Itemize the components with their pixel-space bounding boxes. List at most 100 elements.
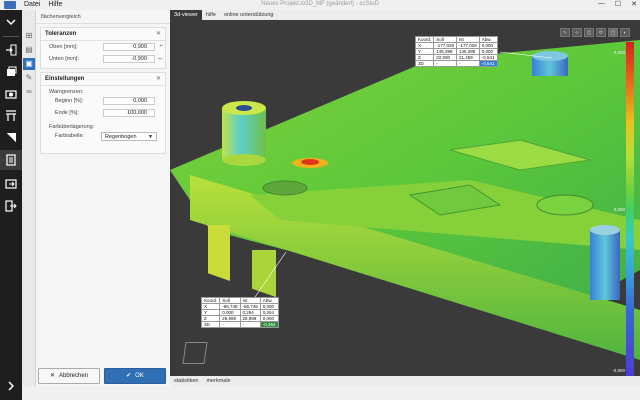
end-input[interactable]: 100,000 xyxy=(103,109,155,117)
tolerances-title-text: Toleranzen xyxy=(45,31,77,37)
table-cell: -66,748 xyxy=(239,303,261,310)
main-toolbar xyxy=(0,10,22,400)
link-tolerance-icon[interactable]: ⌐ xyxy=(159,43,163,49)
table-icon[interactable]: ▤ xyxy=(23,44,35,56)
close-icon: ✕ xyxy=(49,373,55,379)
maximize-button[interactable]: ☐ xyxy=(615,0,621,8)
tab-features[interactable]: merkmale xyxy=(202,376,234,386)
exit-icon[interactable] xyxy=(0,196,22,216)
tolerances-section: Toleranzen ✕ Oben [mm]: 0,900 ⌐ Unten [m… xyxy=(40,27,166,69)
lower-tolerance-label: Unten [mm]: xyxy=(49,56,79,62)
color-table-select[interactable]: Regenbogen ▼ xyxy=(101,132,157,141)
title-bar: Datei Hilfe Neues Projekt.io3D_MF (geänd… xyxy=(0,0,640,10)
table-cell: -66,748 xyxy=(219,303,241,310)
table-cell: -177,028 xyxy=(433,42,458,49)
chevron-down-icon: ▼ xyxy=(148,134,153,140)
close-icon[interactable]: ✕ xyxy=(156,75,161,82)
panel-header: flächenvergleich xyxy=(36,10,170,24)
col-koord: Koord. xyxy=(200,297,221,304)
color-table-row: Farbtabelle: Regenbogen ▼ xyxy=(41,130,165,142)
settings-title-text: Einstellungen xyxy=(45,76,85,82)
report-icon[interactable] xyxy=(0,150,22,170)
app-window: Datei Hilfe Neues Projekt.io3D_MF (geänd… xyxy=(0,0,640,400)
layers-icon[interactable] xyxy=(0,62,22,82)
upper-tolerance-row: Oben [mm]: 0,900 ⌐ xyxy=(41,41,165,53)
measurement-table-bottom[interactable]: Koord. Soll Ist Abw. X -66,748 -66,748 0… xyxy=(200,297,279,328)
upper-tolerance-label: Oben [mm]: xyxy=(49,44,78,50)
surface-compare-panel: flächenvergleich Toleranzen ✕ Oben [mm]:… xyxy=(36,10,170,400)
deviation-cell: -0,541 xyxy=(478,60,498,67)
cancel-label: Abbrechen xyxy=(59,373,89,379)
view-cube-icon[interactable] xyxy=(182,342,208,364)
table-cell: - xyxy=(456,60,480,67)
tab-3d-viewer[interactable]: 3d-viewer xyxy=(170,10,202,20)
toolbar-divider xyxy=(3,36,19,37)
tab-statistics[interactable]: statistiken xyxy=(170,376,202,386)
chevron-right-icon[interactable] xyxy=(0,376,22,396)
rotate-tool-icon[interactable]: ⟳ xyxy=(596,28,606,37)
window-controls: — ☐ ✕ xyxy=(598,0,637,8)
tab-hilfe[interactable]: hilfe xyxy=(202,10,220,20)
end-row: Ende [%]: 100,000 xyxy=(41,107,165,119)
table-row: 3D - - -0,541 xyxy=(414,60,498,67)
settings-title[interactable]: Einstellungen ✕ xyxy=(41,73,165,86)
table-cell: - xyxy=(239,321,261,328)
import-icon[interactable] xyxy=(0,40,22,60)
camera-icon[interactable] xyxy=(0,84,22,104)
3d-viewport[interactable]: ↖ ⊹ ◫ ⟳ ▢ ◐ Koord. Soll Ist Abw. X -177,… xyxy=(170,20,640,376)
table-cell: - xyxy=(219,321,241,328)
color-overlay-label: Farbüberlagerung: xyxy=(49,124,95,130)
minimize-button[interactable]: — xyxy=(598,0,605,8)
check-icon: ✔ xyxy=(126,373,132,379)
legend-max-label: 0,900 xyxy=(613,50,625,55)
tab-online-support[interactable]: online unterstützung xyxy=(220,10,278,20)
warn-limits-label: Warngrenzen: xyxy=(49,89,84,95)
viewer-tabs: 3d-viewer hilfe online unterstützung xyxy=(170,10,640,20)
close-icon[interactable]: ✕ xyxy=(156,30,161,37)
table-cell: 3D xyxy=(200,321,221,328)
link-icon[interactable]: ∞ xyxy=(23,86,35,98)
table-cell: -0,541 xyxy=(478,54,498,61)
chevron-down-icon[interactable] xyxy=(0,12,22,32)
render-mode-icon[interactable]: ◐ xyxy=(620,28,630,37)
align-icon[interactable] xyxy=(0,106,22,126)
begin-label: Beginn [%]: xyxy=(55,98,84,104)
viewport-toolbar: ↖ ⊹ ◫ ⟳ ▢ ◐ xyxy=(560,28,630,37)
deviation-cell: -0,264 xyxy=(259,321,279,328)
upper-tolerance-input[interactable]: 0,900 xyxy=(103,43,155,51)
measurement-table-top[interactable]: Koord. Soll Ist Abw. X -177,028 -177,028… xyxy=(414,36,498,67)
color-table-label: Farbtabelle: xyxy=(55,133,85,139)
panel-icon-strip: ⊞ ▤ ▣ ✎ ∞ xyxy=(22,10,36,400)
tolerances-title[interactable]: Toleranzen ✕ xyxy=(41,28,165,41)
color-table-value: Regenbogen xyxy=(105,134,137,140)
measure-tool-icon[interactable]: ⊹ xyxy=(572,28,582,37)
cancel-button[interactable]: ✕ Abbrechen xyxy=(38,368,100,384)
table-cell: - xyxy=(433,60,458,67)
compare-icon[interactable] xyxy=(0,128,22,148)
view-tool-icon[interactable]: ▢ xyxy=(608,28,618,37)
legend-min-label: -0,900 xyxy=(612,368,625,373)
color-legend: 0,900 0,000 -0,900 xyxy=(612,42,640,376)
edit-icon[interactable]: ✎ xyxy=(23,72,35,84)
col-koord: Koord. xyxy=(414,36,435,43)
table-cell: -177,028 xyxy=(456,42,480,49)
surface-compare-icon[interactable]: ▣ xyxy=(23,58,35,70)
tolerance-icon[interactable]: ⊞ xyxy=(23,30,35,42)
lower-tolerance-row: Unten [mm]: -0,900 ⌙ xyxy=(41,53,165,65)
export-icon[interactable] xyxy=(0,174,22,194)
lower-tolerance-input[interactable]: -0,900 xyxy=(103,55,155,63)
ok-button[interactable]: ✔ OK xyxy=(104,368,166,384)
unlink-tolerance-icon[interactable]: ⌙ xyxy=(158,55,163,62)
select-tool-icon[interactable]: ↖ xyxy=(560,28,570,37)
table-row: 3D - - -0,264 xyxy=(200,321,279,328)
section-tool-icon[interactable]: ◫ xyxy=(584,28,594,37)
legend-gradient xyxy=(626,42,634,376)
end-label: Ende [%]: xyxy=(55,110,79,116)
legend-mid-label: 0,000 xyxy=(613,207,625,212)
close-button[interactable]: ✕ xyxy=(631,0,637,8)
status-bar xyxy=(22,386,640,400)
bottom-tabs: statistiken merkmale xyxy=(170,376,640,386)
settings-section: Einstellungen ✕ Warngrenzen: Beginn [%]:… xyxy=(40,72,166,154)
begin-input[interactable]: 0,000 xyxy=(103,97,155,105)
ok-label: OK xyxy=(135,373,144,379)
